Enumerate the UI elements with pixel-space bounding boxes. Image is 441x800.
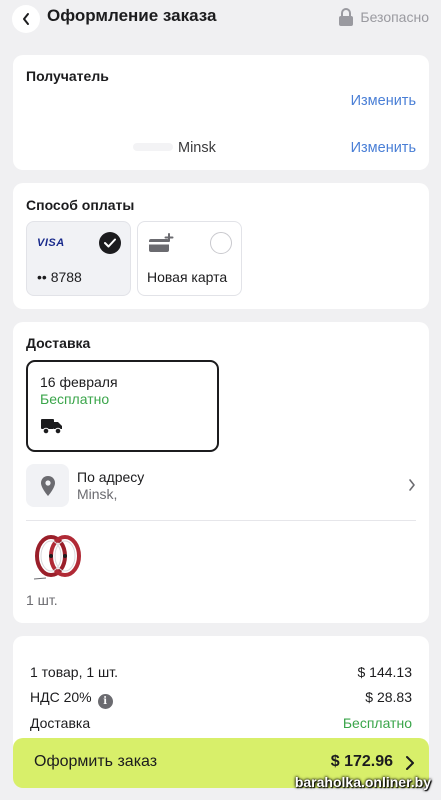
new-card-label: Новая карта	[147, 269, 228, 285]
watermark: baraholka.onliner.by	[294, 774, 431, 790]
visa-logo: VISA	[37, 237, 65, 249]
new-card-tile[interactable]: Новая карта	[137, 221, 242, 296]
recipient-city: Minsk	[178, 140, 216, 156]
items-value: $ 144.13	[357, 664, 413, 680]
secure-label: Безопасно	[360, 9, 429, 25]
delivery-address-row[interactable]: По адресу Minsk,	[26, 464, 416, 509]
location-pin-icon	[26, 464, 69, 507]
chevron-left-icon	[23, 13, 29, 25]
delivery-card: Доставка 16 февраля Бесплатно По адресу …	[13, 322, 429, 623]
payment-title: Способ оплаты	[26, 197, 135, 213]
add-card-icon	[149, 233, 174, 252]
page-title: Оформление заказа	[47, 6, 217, 25]
header: Оформление заказа Безопасно	[0, 0, 441, 40]
back-button[interactable]	[12, 5, 40, 33]
change-recipient-link[interactable]: Изменить	[351, 93, 416, 109]
vat-label-wrap: НДС 20% i	[30, 689, 113, 709]
product-thumbnail	[33, 535, 81, 580]
payment-card: Способ оплаты VISA •• 8788 Новая карта	[13, 183, 429, 309]
chevron-right-icon	[406, 756, 414, 770]
saved-card-tile[interactable]: VISA •• 8788	[26, 221, 131, 296]
items-label: 1 товар, 1 шт.	[30, 664, 119, 680]
delivery-method-title: По адресу	[77, 469, 145, 485]
card-number: •• 8788	[37, 269, 82, 285]
divider	[26, 520, 416, 521]
info-icon[interactable]: i	[97, 694, 113, 709]
secure-badge: Безопасно	[338, 8, 429, 26]
place-order-label: Оформить заказ	[34, 753, 158, 770]
delivery-price: Бесплатно	[40, 391, 110, 407]
delivery-method-city: Minsk,	[77, 486, 118, 502]
chevron-right-icon	[409, 479, 415, 491]
delivery-value: Бесплатно	[342, 715, 412, 731]
recipient-title: Получатель	[26, 68, 109, 84]
recipient-name-redacted	[133, 143, 173, 151]
delivery-date: 16 февраля	[40, 374, 118, 390]
change-address-link[interactable]: Изменить	[351, 140, 416, 156]
delivery-title: Доставка	[26, 335, 91, 351]
new-card-radio[interactable]	[210, 232, 232, 254]
order-total: $ 172.96	[330, 753, 393, 770]
delivery-label: Доставка	[30, 715, 91, 731]
lock-icon	[339, 8, 354, 26]
truck-icon	[41, 419, 62, 435]
checkmark-icon	[99, 232, 121, 254]
delivery-date-option[interactable]: 16 февраля Бесплатно	[26, 360, 219, 452]
recipient-card: Получатель Изменить Minsk Изменить	[13, 55, 429, 170]
vat-label: НДС 20%	[30, 689, 92, 705]
product-quantity: 1 шт.	[26, 592, 58, 608]
vat-value: $ 28.83	[365, 689, 412, 705]
